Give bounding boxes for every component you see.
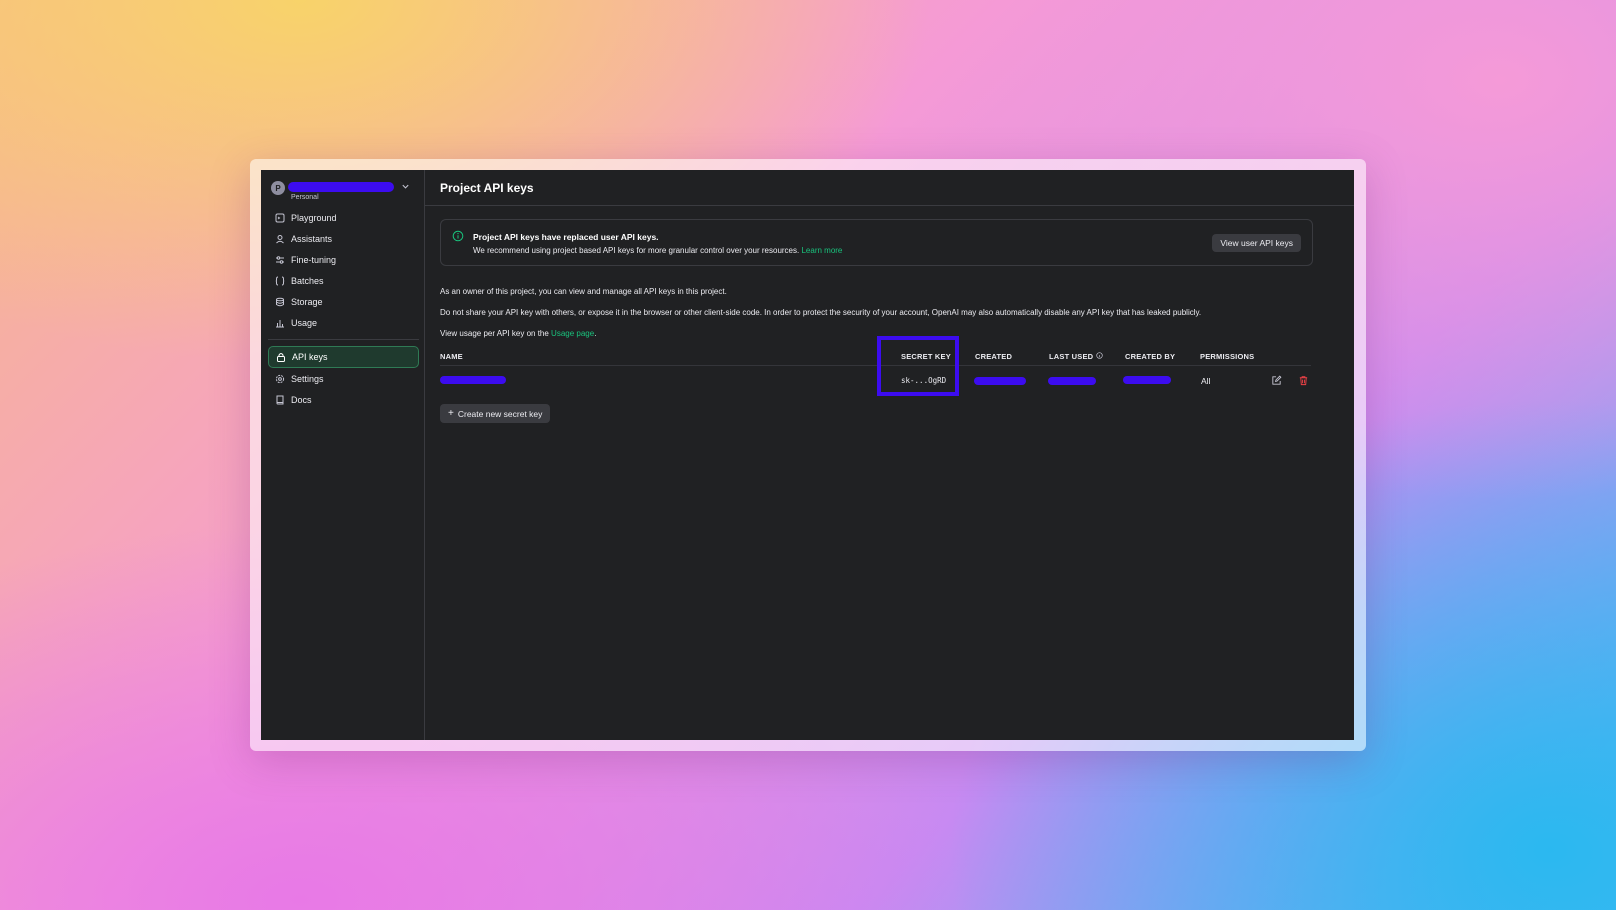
usage-page-link[interactable]: Usage page: [551, 329, 594, 338]
created-by-cell: redacted: [1123, 376, 1171, 384]
sidebar-item-label: API keys: [292, 352, 328, 362]
key-name-cell: redacted: [440, 376, 506, 384]
column-header-created-by: CREATED BY: [1125, 352, 1176, 361]
sidebar-item-usage[interactable]: Usage: [268, 313, 419, 333]
trash-icon[interactable]: [1298, 375, 1309, 386]
sidebar-item-docs[interactable]: Docs: [268, 390, 419, 410]
notice-text: We recommend using project based API key…: [473, 246, 842, 255]
info-icon[interactable]: [1095, 352, 1103, 361]
notice-body: We recommend using project based API key…: [473, 246, 800, 255]
sidebar-item-label: Settings: [291, 374, 324, 384]
sidebar-item-label: Usage: [291, 318, 318, 328]
column-header-last-used-label: LAST USED: [1049, 352, 1094, 361]
gear-icon: [274, 374, 285, 385]
usage-icon: [274, 318, 285, 329]
sidebar-item-assistants[interactable]: Assistants: [268, 229, 419, 249]
assistants-icon: [274, 234, 285, 245]
app-window: P redacted Personal Playground Assistant…: [261, 170, 1354, 740]
book-icon: [274, 395, 285, 406]
info-line-usage: View usage per API key on the Usage page…: [440, 329, 596, 338]
page-header: Project API keys: [425, 170, 1354, 206]
playground-icon: [274, 213, 285, 224]
page-title: Project API keys: [440, 180, 534, 195]
usage-text: View usage per API key on the: [440, 329, 552, 338]
edit-icon[interactable]: [1271, 375, 1282, 386]
main-content: Project API keys Project API keys have r…: [425, 170, 1354, 740]
sidebar: P redacted Personal Playground Assistant…: [261, 170, 425, 740]
column-header-permissions: PERMISSIONS: [1200, 352, 1255, 361]
org-switcher[interactable]: P redacted Personal: [271, 180, 411, 204]
sidebar-item-label: Playground: [291, 213, 337, 223]
sidebar-item-api-keys[interactable]: API keys: [268, 346, 419, 368]
org-subtitle: Personal: [291, 194, 319, 201]
sidebar-item-label: Storage: [291, 297, 323, 307]
notice-title: Project API keys have replaced user API …: [473, 232, 659, 242]
info-line-ownership: As an owner of this project, you can vie…: [440, 287, 727, 296]
chevron-down-icon[interactable]: [401, 182, 410, 193]
sidebar-divider: [268, 339, 419, 340]
sidebar-item-label: Fine-tuning: [291, 255, 337, 265]
last-used-cell: redacted: [1048, 377, 1096, 385]
org-name: redacted: [288, 182, 394, 192]
batches-icon: [274, 276, 285, 287]
learn-more-link[interactable]: Learn more: [801, 246, 842, 255]
storage-icon: [274, 297, 285, 308]
column-header-created: CREATED: [975, 352, 1013, 361]
info-line-security: Do not share your API key with others, o…: [440, 308, 1202, 317]
sidebar-item-label: Batches: [291, 276, 324, 286]
column-header-last-used: LAST USED: [1049, 352, 1103, 361]
notice-banner: Project API keys have replaced user API …: [440, 219, 1313, 266]
sidebar-item-storage[interactable]: Storage: [268, 292, 419, 312]
sidebar-item-playground[interactable]: Playground: [268, 208, 419, 228]
plus-icon: +: [448, 408, 454, 419]
created-cell: redacted: [974, 377, 1026, 385]
column-header-name: NAME: [440, 352, 463, 361]
permissions-cell: All: [1201, 376, 1211, 386]
sidebar-item-label: Assistants: [291, 234, 333, 244]
create-new-secret-key-button[interactable]: + Create new secret key: [440, 404, 551, 423]
table-divider: [440, 365, 1311, 366]
info-icon: [452, 230, 464, 242]
sidebar-item-batches[interactable]: Batches: [268, 271, 419, 291]
sidebar-nav-primary: Playground Assistants Fine-tuning Batche…: [268, 208, 419, 411]
lock-icon: [275, 352, 286, 363]
avatar: P: [271, 181, 285, 195]
sidebar-item-label: Docs: [291, 395, 312, 405]
secret-key-highlight: [877, 336, 959, 396]
usage-suffix: .: [594, 329, 597, 338]
create-button-label: Create new secret key: [457, 408, 543, 419]
sidebar-item-settings[interactable]: Settings: [268, 369, 419, 389]
sidebar-item-fine-tuning[interactable]: Fine-tuning: [268, 250, 419, 270]
view-user-api-keys-button[interactable]: View user API keys: [1212, 234, 1301, 252]
fine-tuning-icon: [274, 255, 285, 266]
